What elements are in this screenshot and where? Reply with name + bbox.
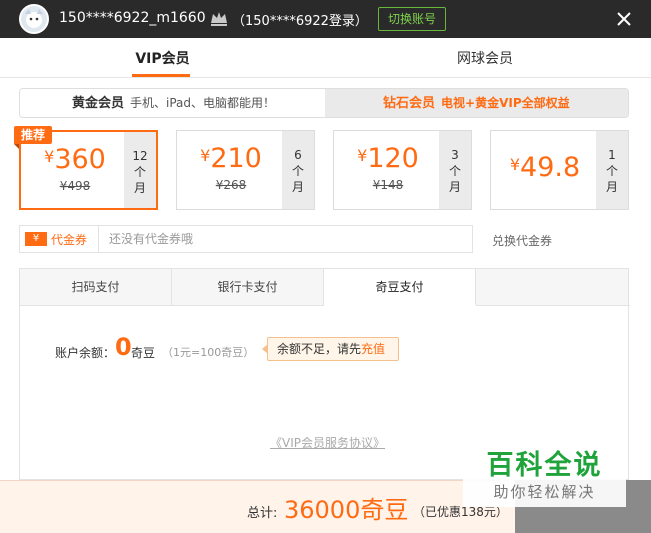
member-type-desc: 手机、iPad、电脑都能用！ — [130, 96, 276, 110]
title-bar: 150****6922_m1660 （150****6922登录） 切换账号 — [0, 0, 651, 38]
member-type-title: 黄金会员 — [72, 96, 125, 111]
package-original-price: ¥498 — [59, 179, 91, 193]
payment-method-tabs: 扫码支付 银行卡支付 奇豆支付 — [19, 268, 629, 307]
recommended-badge: 推荐 — [14, 126, 52, 149]
balance-unit: 奇豆 — [131, 346, 156, 360]
coupon-label: ¥ 代金券 — [19, 225, 98, 253]
package-card-3-months[interactable]: ¥120 ¥148 3个月 — [333, 130, 472, 210]
coupon-select[interactable]: 还没有代金券哦 — [98, 225, 473, 253]
coupon-icon: ¥ — [25, 232, 47, 246]
package-duration: 12 个月 — [124, 132, 156, 208]
username: 150****6922_m1660 — [59, 10, 206, 26]
package-original-price: ¥148 — [372, 178, 404, 192]
watermark-logo: 百科全说 助你轻松解决 — [463, 441, 626, 507]
member-type-title: 钻石会员 — [383, 96, 436, 111]
exchange-rate: （1元=100奇豆） — [162, 346, 255, 359]
tab-vip-member[interactable]: VIP会员 — [120, 48, 205, 68]
package-duration: 6个月 — [282, 131, 314, 209]
watermark-subtitle: 助你轻松解决 — [493, 483, 596, 501]
vip-crown-icon — [211, 12, 227, 26]
avatar[interactable] — [19, 4, 49, 34]
member-type-desc: 电视+黄金VIP全部权益 — [441, 96, 570, 110]
vip-agreement-link[interactable]: 《VIP会员服务协议》 — [270, 434, 385, 451]
close-icon[interactable] — [612, 7, 636, 31]
avatar-face-icon — [21, 6, 47, 32]
login-hint: （150****6922登录） — [232, 14, 368, 29]
redeem-coupon-link[interactable]: 兑换代金券 — [492, 232, 552, 249]
tab-bank-card-pay[interactable]: 银行卡支付 — [172, 269, 324, 306]
package-duration: 3个月 — [439, 131, 471, 209]
total-value: 36000奇豆 — [284, 496, 409, 524]
switch-account-button[interactable]: 切换账号 — [378, 7, 446, 31]
package-card-6-months[interactable]: ¥210 ¥268 6个月 — [176, 130, 315, 210]
active-tab-indicator — [132, 74, 190, 77]
balance-value: 0 — [115, 333, 132, 361]
package-price: ¥120 — [357, 143, 419, 174]
balance-label: 账户余额： — [55, 346, 116, 360]
coupon-label-text: 代金券 — [51, 233, 88, 247]
tip-text: 余额不足，请先 — [277, 342, 362, 356]
package-price: ¥49.8 — [509, 152, 581, 183]
membership-tabs: VIP会员 网球会员 — [0, 38, 651, 78]
package-price: ¥210 — [200, 143, 262, 174]
member-type-diamond[interactable]: 钻石会员 电视+黄金VIP全部权益 — [325, 89, 628, 117]
tab-tennis-member[interactable]: 网球会员 — [440, 48, 530, 68]
package-original-price: ¥268 — [215, 178, 247, 192]
watermark-title: 百科全说 — [486, 450, 603, 481]
package-duration: 1个月 — [596, 131, 628, 209]
insufficient-balance-tip: 余额不足，请先充值 — [262, 337, 399, 361]
tab-qr-pay[interactable]: 扫码支付 — [20, 269, 172, 306]
member-type-gold[interactable]: 黄金会员 手机、iPad、电脑都能用！ — [20, 89, 325, 117]
total-label: 总计: — [247, 506, 278, 521]
package-card-1-month[interactable]: ¥49.8 1个月 — [490, 130, 629, 210]
recharge-link[interactable]: 充值 — [361, 342, 385, 356]
package-price: ¥360 — [44, 144, 106, 175]
tab-qidou-pay[interactable]: 奇豆支付 — [324, 269, 476, 307]
member-type-selector: 黄金会员 手机、iPad、电脑都能用！ 钻石会员 电视+黄金VIP全部权益 — [19, 88, 629, 118]
